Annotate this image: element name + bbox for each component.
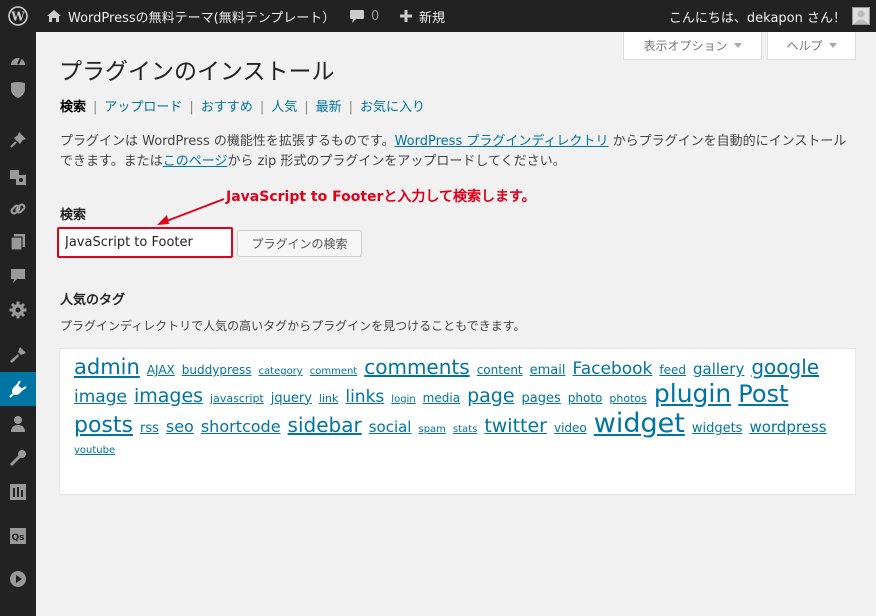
tab-popular[interactable]: 人気 xyxy=(271,100,297,115)
comments-link[interactable]: 0 xyxy=(349,0,379,32)
tag-link[interactable]: pages xyxy=(522,391,561,407)
comment-count: 0 xyxy=(371,8,380,24)
tag-link[interactable]: content xyxy=(477,363,523,378)
svg-text:Qs: Qs xyxy=(11,533,24,543)
site-name-link[interactable]: WordPressの無料テーマ(無料テンプレート） xyxy=(46,0,335,32)
plugin-q-icon[interactable]: Qs xyxy=(0,519,36,553)
tools-icon[interactable] xyxy=(0,441,36,475)
tag-link[interactable]: page xyxy=(467,385,514,408)
tag-link[interactable]: seo xyxy=(166,417,194,436)
tag-link[interactable]: comment xyxy=(310,366,358,378)
annotation-text: JavaScript to Footerと入力して検索します。 xyxy=(226,189,536,205)
tag-link[interactable]: image xyxy=(74,387,127,408)
tag-link[interactable]: Facebook xyxy=(573,359,653,380)
tag-link[interactable]: Post xyxy=(738,380,788,409)
tag-link[interactable]: feed xyxy=(659,363,686,378)
wordpress-logo-icon[interactable]: W xyxy=(0,0,36,32)
site-name: WordPressの無料テーマ(無料テンプレート） xyxy=(68,10,336,26)
pages-icon[interactable] xyxy=(0,225,36,259)
page-title: プラグインのインストール xyxy=(59,59,335,85)
tag-link[interactable]: social xyxy=(369,419,412,437)
tag-link[interactable]: youtube xyxy=(74,445,115,457)
plus-icon xyxy=(400,10,412,22)
tag-link[interactable]: admin xyxy=(74,355,140,379)
tag-link[interactable]: media xyxy=(423,391,460,406)
admin-menu: Qs xyxy=(0,32,36,616)
tag-link[interactable]: rss xyxy=(140,421,159,437)
tag-link[interactable]: links xyxy=(345,387,384,408)
svg-text:W: W xyxy=(10,10,25,24)
tag-link[interactable]: wordpress xyxy=(749,419,826,437)
annotation-arrow-icon xyxy=(157,198,225,225)
admin-bar: W WordPressの無料テーマ(無料テンプレート） 0 新規 こんにちは、d… xyxy=(0,0,876,32)
help-label: ヘルプ xyxy=(786,39,823,53)
tag-link[interactable]: images xyxy=(134,385,203,408)
upload-page-link[interactable]: このページ xyxy=(163,154,228,169)
media-icon[interactable] xyxy=(0,160,36,194)
tag-link[interactable]: gallery xyxy=(693,360,744,378)
plugin-install-tabs: 検索 | アップロード | おすすめ | 人気 | 最新 | お気に入り xyxy=(60,100,426,115)
tag-link[interactable]: email xyxy=(530,363,566,379)
tab-search[interactable]: 検索 xyxy=(60,100,86,115)
search-plugins-button[interactable]: プラグインの検索 xyxy=(237,230,362,257)
search-label: 検索 xyxy=(60,208,87,223)
link-icon[interactable] xyxy=(0,192,36,226)
tag-link[interactable]: sidebar xyxy=(288,414,362,437)
appearance-icon[interactable] xyxy=(0,338,36,372)
popular-tags-heading: 人気のタグ xyxy=(60,293,126,308)
pin-icon[interactable] xyxy=(0,123,36,157)
screen-options-label: 表示オプション xyxy=(643,39,728,53)
tab-featured[interactable]: おすすめ xyxy=(201,100,253,115)
tag-link[interactable]: AJAX xyxy=(147,363,175,378)
tag-link[interactable]: javascript xyxy=(210,392,264,406)
caret-down-icon xyxy=(733,43,742,48)
tag-link[interactable]: spam xyxy=(418,424,445,436)
tag-cloud: admin AJAX buddypress category comment commen… xyxy=(59,348,856,495)
users-icon[interactable] xyxy=(0,407,36,441)
greeting: こんにちは、dekapon さん！ xyxy=(668,10,846,26)
tag-link[interactable]: video xyxy=(554,421,587,436)
tag-link[interactable]: photos xyxy=(609,392,646,406)
main-content: 表示オプション ヘルプ プラグインのインストール 検索 | アップロード | おすすめ |… xyxy=(36,32,876,616)
avatar xyxy=(852,7,870,25)
tag-link[interactable]: widgets xyxy=(692,421,743,437)
tag-link[interactable]: plugin xyxy=(654,379,731,409)
comment-bubble-icon xyxy=(350,9,364,23)
tag-link[interactable]: shortcode xyxy=(201,417,281,436)
tag-link[interactable]: buddypress xyxy=(182,363,252,378)
tag-link[interactable]: comments xyxy=(364,356,469,379)
tag-link[interactable]: google xyxy=(751,356,819,379)
plugin-directory-link[interactable]: WordPress プラグインディレクトリ xyxy=(395,134,609,149)
caret-down-icon xyxy=(828,43,837,48)
tag-link[interactable]: login xyxy=(391,394,415,406)
tag-link[interactable]: stats xyxy=(453,424,477,436)
tab-favorites[interactable]: お気に入り xyxy=(360,100,425,115)
tag-link[interactable]: widget xyxy=(594,408,685,439)
tag-link[interactable]: twitter xyxy=(484,415,547,438)
tab-upload[interactable]: アップロード xyxy=(104,100,182,115)
new-content-link[interactable]: 新規 xyxy=(399,0,445,32)
tag-link[interactable]: link xyxy=(319,392,338,406)
tag-link[interactable]: jquery xyxy=(271,391,312,407)
tag-link[interactable]: category xyxy=(259,366,303,378)
settings-icon[interactable] xyxy=(0,475,36,509)
intro-text: プラグインは WordPress の機能性を拡張するものです。WordPress… xyxy=(60,134,847,169)
plugins-icon[interactable] xyxy=(0,372,36,406)
new-label: 新規 xyxy=(419,10,446,26)
search-input[interactable] xyxy=(57,227,233,258)
my-account-link[interactable]: こんにちは、dekapon さん！ xyxy=(669,0,870,32)
tab-newest[interactable]: 最新 xyxy=(316,100,342,115)
comments-icon[interactable] xyxy=(0,259,36,293)
tag-link[interactable]: posts xyxy=(74,413,133,438)
gear-icon[interactable] xyxy=(0,293,36,327)
home-icon xyxy=(47,10,61,22)
shield-icon[interactable] xyxy=(0,73,36,107)
tag-link[interactable]: photo xyxy=(568,391,603,406)
play-icon[interactable] xyxy=(0,562,36,596)
help-button[interactable]: ヘルプ xyxy=(767,32,856,60)
popular-tags-description: プラグインディレクトリで人気の高いタグからプラグインを見つけることもできます。 xyxy=(60,319,526,333)
screen-options-button[interactable]: 表示オプション xyxy=(623,32,762,60)
